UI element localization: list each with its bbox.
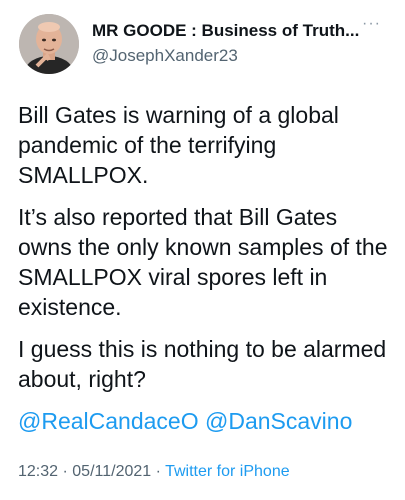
user-handle[interactable]: @JosephXander23 xyxy=(92,46,238,66)
tweet-metadata: 12:32 · 05/11/2021 · Twitter for iPhone xyxy=(18,463,290,481)
tweet-time[interactable]: 12:32 xyxy=(18,463,58,480)
meta-separator: · xyxy=(62,463,68,480)
tweet-source[interactable]: Twitter for iPhone xyxy=(165,463,290,480)
meta-separator: · xyxy=(155,463,161,480)
mention-link[interactable]: @DanScavino xyxy=(205,408,352,434)
tweet-paragraph: It’s also reported that Bill Gates owns … xyxy=(18,204,388,320)
display-name[interactable]: MR GOODE : Business of Truth... xyxy=(92,21,359,41)
tweet: MR GOODE : Business of Truth... @JosephX… xyxy=(0,0,405,500)
tweet-paragraph: I guess this is nothing to be alarmed ab… xyxy=(18,336,387,392)
tweet-paragraph: Bill Gates is warning of a global pandem… xyxy=(18,102,339,188)
tweet-date[interactable]: 05/11/2021 xyxy=(72,463,151,480)
mentions: @RealCandaceO @DanScavino xyxy=(18,406,352,436)
more-horizontal-icon[interactable]: ··· xyxy=(362,16,381,32)
avatar-image xyxy=(19,14,79,74)
avatar[interactable] xyxy=(19,14,79,74)
mention-link[interactable]: @RealCandaceO xyxy=(18,408,199,434)
